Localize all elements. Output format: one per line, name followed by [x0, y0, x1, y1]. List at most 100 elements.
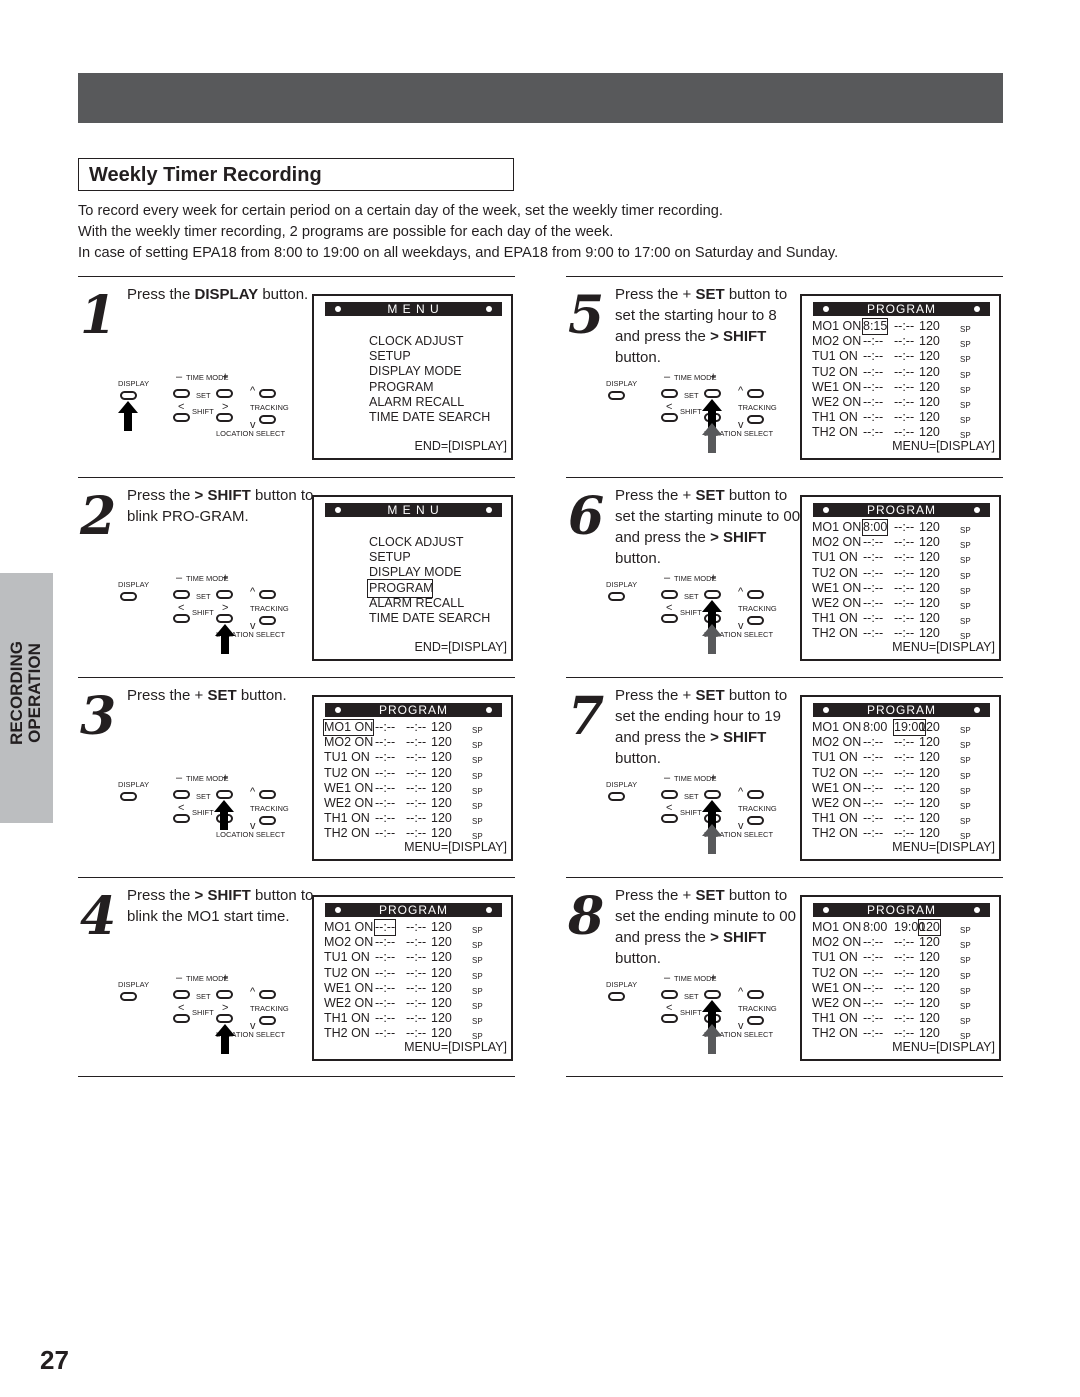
- display-button[interactable]: [608, 391, 625, 400]
- speed-label: SP: [472, 786, 483, 796]
- set-minus-button[interactable]: [661, 790, 678, 799]
- set-minus-button[interactable]: [173, 590, 190, 599]
- shift-left-button[interactable]: [173, 1014, 190, 1023]
- tracking-down-button[interactable]: [747, 816, 764, 825]
- program-end: --:--: [894, 410, 915, 425]
- tracking-up-button[interactable]: [259, 790, 276, 799]
- set-plus-button[interactable]: [704, 389, 721, 398]
- program-day: MO2 ON: [324, 735, 374, 750]
- set-plus-button[interactable]: [704, 990, 721, 999]
- program-day: WE1 ON: [812, 780, 862, 795]
- speed-label: SP: [472, 986, 483, 996]
- menu-item[interactable]: ALARM RECALL: [369, 596, 490, 611]
- program-len: 120: [919, 565, 940, 580]
- step-number: 6: [568, 486, 605, 547]
- dot-icon: [974, 507, 980, 513]
- program-end: --:--: [406, 965, 427, 980]
- display-button[interactable]: [120, 792, 137, 801]
- set-plus-button[interactable]: [216, 990, 233, 999]
- program-len: 120: [919, 349, 940, 364]
- program-start: --:--: [375, 811, 396, 826]
- tracking-up-button[interactable]: [259, 389, 276, 398]
- program-end: --:--: [894, 965, 915, 980]
- menu-item[interactable]: TIME DATE SEARCH: [369, 611, 490, 626]
- program-screen: PROGRAM MO1 ON --:-- --:-- 120 SP MO2 ON --:-- -…: [312, 895, 513, 1061]
- program-screen: PROGRAM MO1 ON --:-- --:-- 120 SP MO2 ON --:-- -…: [312, 695, 513, 861]
- set-plus-button[interactable]: [704, 790, 721, 799]
- display-button[interactable]: [120, 992, 137, 1001]
- set-plus-button[interactable]: [704, 590, 721, 599]
- tracking-down-button[interactable]: [259, 415, 276, 424]
- program-end: --:--: [894, 349, 915, 364]
- instruction-part: >: [710, 729, 719, 746]
- display-button[interactable]: [120, 391, 137, 400]
- tracking-down-button[interactable]: [747, 1016, 764, 1025]
- menu-item[interactable]: TIME DATE SEARCH: [369, 410, 490, 425]
- shift-right-button[interactable]: [216, 413, 233, 422]
- menu-list: CLOCK ADJUST SETUP DISPLAY MODE PROGRAM ALAR…: [369, 334, 490, 425]
- tracking-down-button[interactable]: [747, 415, 764, 424]
- program-day: WE2 ON: [812, 995, 862, 1010]
- tracking-down-button[interactable]: [259, 1016, 276, 1025]
- set-plus-button[interactable]: [216, 590, 233, 599]
- menu-item[interactable]: CLOCK ADJUST: [369, 535, 490, 550]
- tracking-up-button[interactable]: [747, 590, 764, 599]
- shift-left-button[interactable]: [661, 1014, 678, 1023]
- menu-item[interactable]: PROGRAM: [369, 380, 490, 395]
- plus-icon: +: [710, 572, 717, 584]
- tracking-down-icon: v: [738, 620, 744, 632]
- tracking-up-button[interactable]: [747, 790, 764, 799]
- menu-item-label: PROGRAM: [369, 379, 434, 394]
- shift-left-button[interactable]: [661, 614, 678, 623]
- program-day: TH1 ON: [324, 1011, 370, 1026]
- menu-item[interactable]: PROGRAM: [367, 578, 490, 598]
- minus-icon: –: [664, 972, 671, 984]
- menu-item[interactable]: SETUP: [369, 550, 490, 565]
- set-plus-button[interactable]: [216, 389, 233, 398]
- program-end: --:--: [406, 920, 427, 934]
- menu-item[interactable]: CLOCK ADJUST: [369, 334, 490, 349]
- program-day: MO1 ON: [812, 520, 862, 534]
- tracking-down-button[interactable]: [747, 616, 764, 625]
- divider: [566, 1076, 1003, 1077]
- menu-item[interactable]: ALARM RECALL: [369, 395, 490, 410]
- program-day: TU2 ON: [324, 965, 370, 980]
- tracking-down-button[interactable]: [259, 816, 276, 825]
- menu-item-label: PROGRAM: [367, 578, 434, 598]
- set-minus-button[interactable]: [173, 990, 190, 999]
- menu-item[interactable]: DISPLAY MODE: [369, 364, 490, 379]
- shift-right-button[interactable]: [216, 1014, 233, 1023]
- set-minus-button[interactable]: [661, 389, 678, 398]
- tracking-down-button[interactable]: [259, 616, 276, 625]
- screen-header-title: PROGRAM: [378, 703, 448, 717]
- program-len: 120: [431, 750, 452, 765]
- set-minus-button[interactable]: [173, 389, 190, 398]
- tracking-up-button[interactable]: [259, 590, 276, 599]
- shift-left-button[interactable]: [173, 814, 190, 823]
- menu-list: CLOCK ADJUST SETUP DISPLAY MODE PROGRAM ALAR…: [367, 535, 490, 626]
- set-minus-button[interactable]: [661, 990, 678, 999]
- tracking-up-button[interactable]: [747, 389, 764, 398]
- display-button[interactable]: [608, 992, 625, 1001]
- set-minus-button[interactable]: [661, 590, 678, 599]
- menu-item[interactable]: DISPLAY MODE: [369, 565, 490, 580]
- program-start: --:--: [863, 425, 884, 440]
- display-button[interactable]: [608, 592, 625, 601]
- tracking-up-button[interactable]: [747, 990, 764, 999]
- shift-left-button[interactable]: [661, 814, 678, 823]
- display-button[interactable]: [608, 792, 625, 801]
- shift-left-button[interactable]: [173, 413, 190, 422]
- shift-label: SHIFT: [680, 808, 702, 817]
- tracking-up-button[interactable]: [259, 990, 276, 999]
- set-plus-button[interactable]: [216, 790, 233, 799]
- shift-left-button[interactable]: [661, 413, 678, 422]
- program-start: --:--: [375, 1011, 396, 1026]
- menu-item[interactable]: SETUP: [369, 349, 490, 364]
- program-end: --:--: [406, 735, 427, 750]
- program-end: --:--: [406, 935, 427, 950]
- set-label: SET: [684, 792, 699, 801]
- display-button[interactable]: [120, 592, 137, 601]
- shift-right-button[interactable]: [216, 614, 233, 623]
- set-minus-button[interactable]: [173, 790, 190, 799]
- shift-left-button[interactable]: [173, 614, 190, 623]
